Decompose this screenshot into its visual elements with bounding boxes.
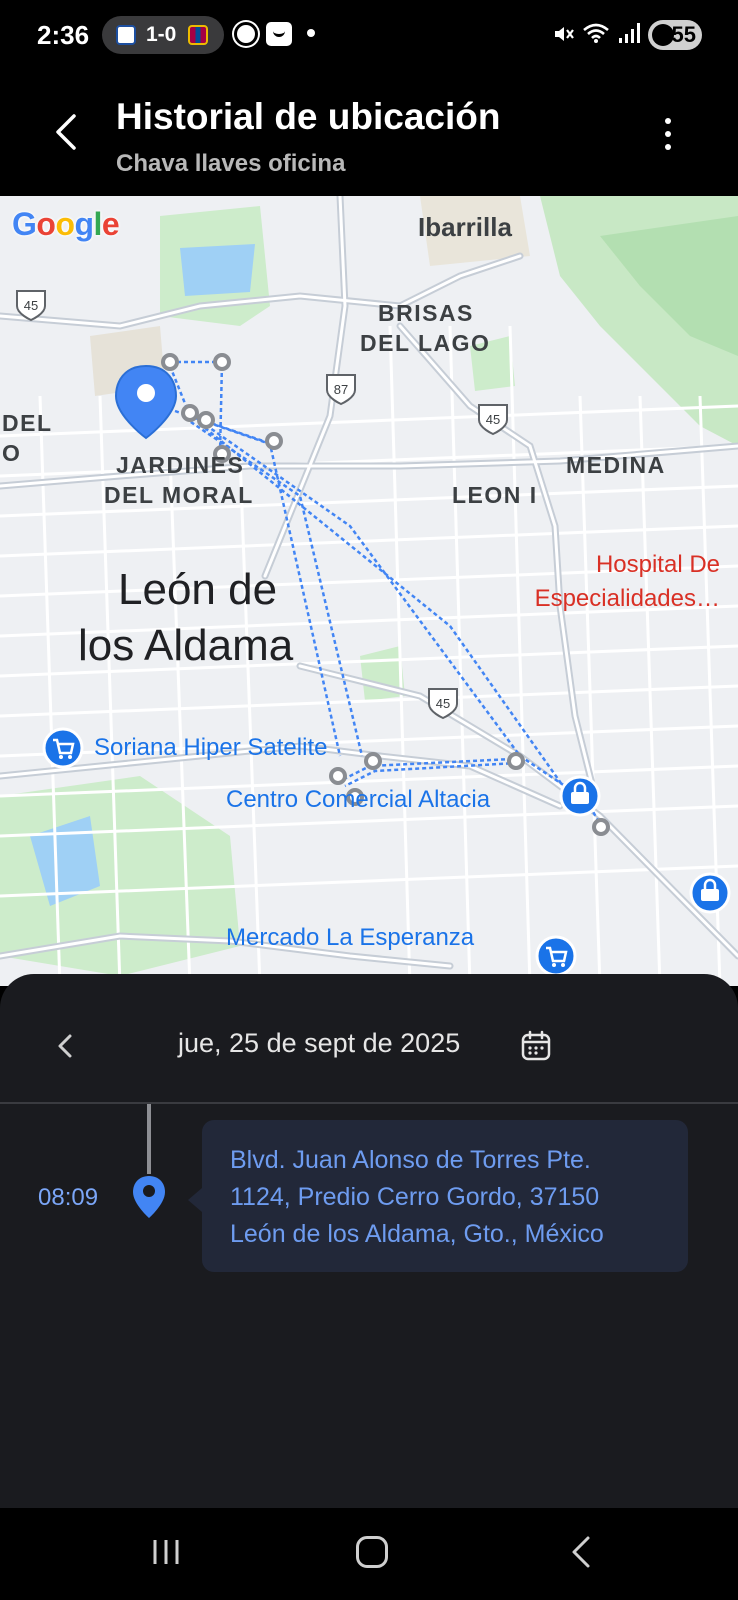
map-label-del: DEL: [2, 410, 53, 436]
entry-time: 08:09: [38, 1184, 99, 1211]
address-line: Blvd. Juan Alonso de Torres Pte.: [230, 1146, 591, 1174]
map-label-jardines: JARDINES: [116, 452, 245, 478]
calendar-icon[interactable]: [520, 1030, 552, 1062]
system-navigation-bar: [0, 1508, 738, 1600]
page-title: Historial de ubicación: [116, 96, 501, 137]
location-pin-icon: [133, 1176, 165, 1218]
wifi-icon: [583, 23, 609, 43]
current-location-pin-icon[interactable]: [114, 364, 178, 440]
page-subtitle: Chava llaves oficina: [116, 150, 346, 177]
back-button[interactable]: [46, 110, 90, 154]
map-poi-mercado[interactable]: Mercado La Esperanza: [226, 924, 474, 952]
shopping-cart-icon[interactable]: [42, 727, 84, 769]
soccer-ball-icon: [234, 22, 258, 46]
map-label-medina: MEDINA: [566, 452, 666, 478]
map-label-hospital[interactable]: Hospital De: [596, 548, 720, 582]
status-time: 2:36: [37, 20, 90, 50]
map-label-del-lago: DEL LAGO: [360, 330, 491, 356]
live-score-chip[interactable]: 1-0: [102, 16, 224, 54]
mute-icon: [555, 27, 574, 41]
recent-apps-button[interactable]: [150, 1538, 182, 1566]
map-poi-soriana[interactable]: Soriana Hiper Satelite: [94, 734, 327, 762]
status-bar: 2:36 1-0 55: [0, 0, 738, 70]
history-bottom-sheet: jue, 25 de sept de 2025 08:09 Blvd. Juan…: [0, 974, 738, 1508]
signal-icon: [619, 23, 640, 43]
map-label-del-moral: DEL MORAL: [104, 482, 254, 508]
map-label-o: O: [2, 440, 22, 466]
map-label-brisas: BRISAS: [378, 300, 474, 326]
address-line: 1124, Predio Cerro Gordo, 37150: [230, 1183, 600, 1211]
map-poi-altacia[interactable]: Centro Comercial Altacia: [226, 786, 490, 814]
map-label-hospital[interactable]: Especialidades…: [535, 582, 720, 616]
selected-date: jue, 25 de sept de 2025: [178, 1028, 461, 1058]
divider: [0, 1102, 738, 1104]
shopping-cart-icon[interactable]: [535, 935, 577, 977]
map-label-leon-i: LEON I: [452, 482, 538, 508]
more-notifications-dot-icon: [307, 29, 315, 37]
team-crest-icon: [116, 25, 136, 45]
location-history-map[interactable]: Google 45 87 45 45 Ibarrilla BRISAS DEL …: [0, 196, 738, 986]
previous-day-button[interactable]: [50, 1026, 82, 1066]
svg-text:45: 45: [24, 298, 38, 313]
system-back-button[interactable]: [566, 1532, 596, 1572]
battery-indicator: 55: [648, 20, 702, 50]
map-label-ibarrilla: Ibarrilla: [418, 212, 512, 242]
svg-text:87: 87: [334, 382, 348, 397]
highway-shield-icon: 45: [16, 290, 46, 322]
highway-shield-icon: 45: [428, 688, 458, 720]
highway-shield-icon: 87: [326, 374, 356, 406]
location-entry-card[interactable]: Blvd. Juan Alonso de Torres Pte. 1124, P…: [188, 1120, 688, 1272]
shopping-bag-icon[interactable]: [689, 872, 731, 914]
address-line: León de los Aldama, Gto., México: [230, 1220, 604, 1248]
svg-text:45: 45: [486, 412, 500, 427]
map-label-city: los Aldama: [78, 621, 294, 670]
more-options-button[interactable]: [654, 114, 682, 154]
map-label-city: León de: [118, 565, 278, 614]
highway-shield-icon: 45: [478, 404, 508, 436]
app-bar: Historial de ubicación Chava llaves ofic…: [0, 70, 738, 196]
home-button[interactable]: [356, 1536, 388, 1568]
google-logo: Google: [12, 206, 120, 242]
notification-app-icon: [266, 22, 292, 46]
shopping-bag-icon[interactable]: [559, 775, 601, 817]
score-text: 1-0: [146, 23, 177, 46]
team-crest-icon: [188, 25, 208, 45]
svg-text:45: 45: [436, 696, 450, 711]
timeline-line: [147, 1104, 151, 1174]
